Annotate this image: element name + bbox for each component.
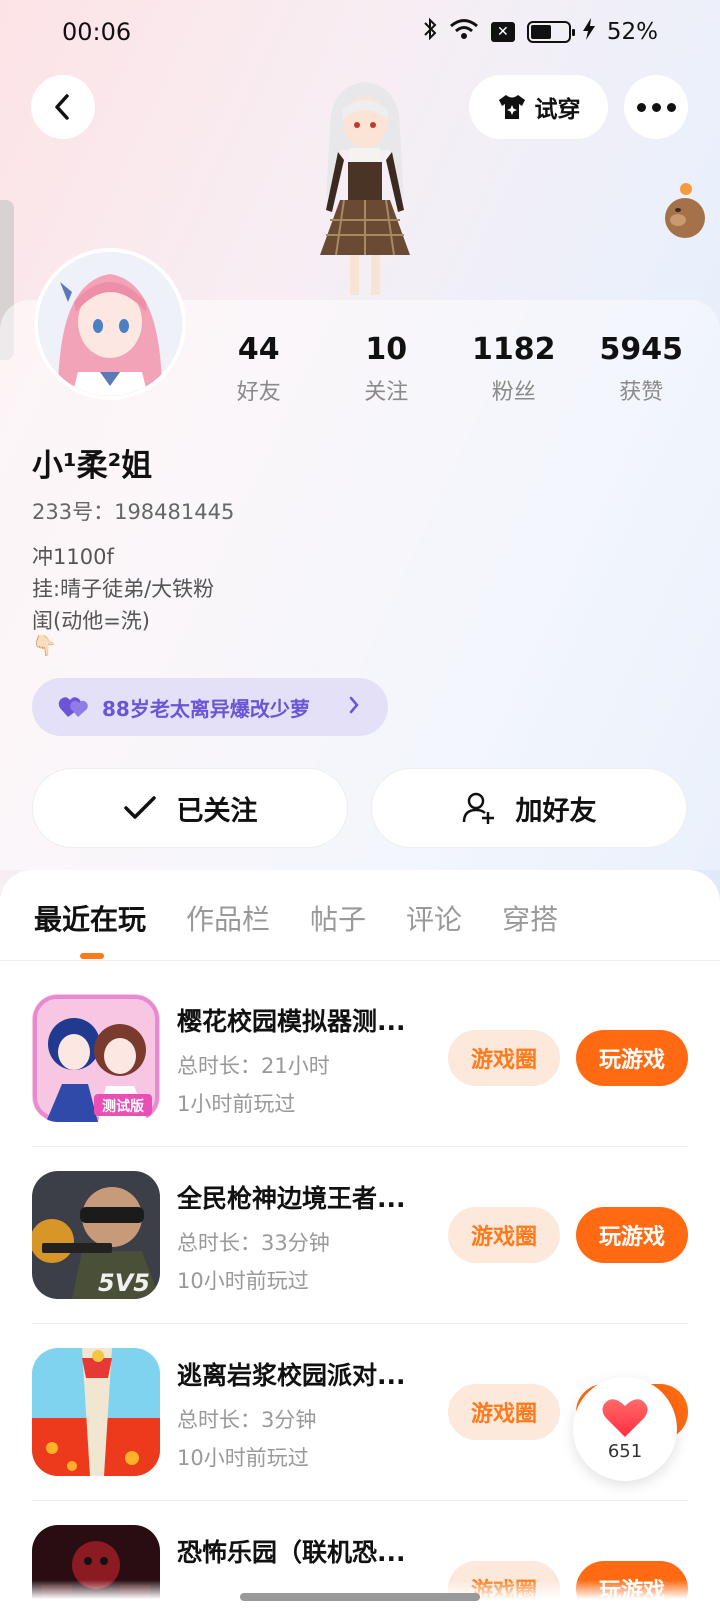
heart-icon: [58, 697, 88, 717]
profile-tag-pill[interactable]: 88岁老太离异爆改少萝: [32, 678, 388, 736]
stat-value: 5945: [599, 332, 684, 367]
followed-label: 已关注: [176, 795, 258, 827]
bio: 冲1100f 挂:晴子徒弟/大铁粉 闺(动他=洗): [32, 541, 214, 637]
game-icon-badge: 测试版: [102, 1098, 144, 1115]
add-user-icon: [462, 792, 494, 824]
battery-percent: 52%: [606, 19, 658, 45]
lava-escape-game-icon[interactable]: [32, 1348, 160, 1476]
tab-posts[interactable]: 帖子: [310, 898, 366, 938]
game-circle-button[interactable]: 游戏圈: [448, 1384, 560, 1440]
stat-label: 关注: [364, 380, 409, 405]
game-circle-button[interactable]: 游戏圈: [448, 1207, 560, 1263]
status-bar: 00:06 ✕ 52%: [0, 0, 720, 64]
checkmark-icon: [123, 796, 156, 819]
tab-outfits[interactable]: 穿搭: [502, 898, 558, 938]
play-game-button[interactable]: 玩游戏: [576, 1207, 688, 1263]
row-divider: [32, 1500, 688, 1501]
stat-label: 获赞: [619, 380, 664, 405]
game-icon-badge: 5V5: [98, 1269, 150, 1297]
game-list-item[interactable]: 测试版 樱花校园模拟器测... 总时长：21小时 1小时前玩过 游戏圈 玩游戏: [0, 994, 720, 1171]
username: 小¹柔²姐: [32, 448, 153, 484]
row-divider: [32, 1146, 688, 1147]
chevron-right-icon: [348, 695, 360, 719]
stat-value: 44: [237, 332, 280, 367]
sakura-school-game-icon[interactable]: 测试版: [32, 994, 160, 1122]
tabs-divider: [0, 960, 720, 961]
stat-value: 10: [365, 332, 408, 367]
status-time: 00:06: [62, 18, 132, 46]
game-last-played: 10小时前玩过: [177, 1446, 309, 1470]
more-options-button[interactable]: [624, 75, 688, 139]
stat-value: 1182: [472, 332, 556, 367]
game-duration: 总时长：3分钟: [177, 1408, 317, 1432]
wifi-icon: [449, 18, 479, 46]
like-count: 651: [607, 1440, 643, 1462]
more-dots-icon: [636, 102, 676, 112]
dressup-avatar-figure[interactable]: [300, 70, 430, 300]
capybara-mascot-icon[interactable]: [662, 180, 708, 240]
tab-recently-played[interactable]: 最近在玩: [34, 898, 146, 938]
row-divider: [32, 1323, 688, 1324]
stat-following[interactable]: 10 关注: [323, 332, 451, 406]
stat-likes-received[interactable]: 5945 获赞: [578, 332, 706, 406]
game-list-item[interactable]: 5V5 全民枪神边境王者... 总时长：33分钟 10小时前玩过 游戏圈 玩游戏: [0, 1171, 720, 1348]
add-friend-label: 加好友: [515, 795, 597, 827]
try-on-label: 试穿: [534, 97, 581, 123]
back-button[interactable]: [31, 75, 95, 139]
game-title: 恐怖乐园（联机恐...: [177, 1538, 406, 1567]
stat-label: 粉丝: [491, 380, 536, 405]
chevron-left-icon: [55, 94, 69, 120]
bio-emoji: 👇🏻: [32, 633, 57, 657]
user-avatar[interactable]: [34, 248, 186, 400]
active-tab-indicator: [80, 953, 104, 959]
game-title: 全民枪神边境王者...: [177, 1184, 406, 1213]
followed-button[interactable]: 已关注: [32, 768, 348, 848]
tab-comments[interactable]: 评论: [406, 898, 462, 938]
game-last-played: 10小时前玩过: [177, 1269, 309, 1293]
game-duration: 总时长：33分钟: [177, 1231, 330, 1255]
user-id[interactable]: 233号：198481445: [32, 496, 234, 526]
like-profile-button[interactable]: 651: [573, 1377, 677, 1481]
bluetooth-icon: [423, 17, 437, 47]
tag-label: 88岁老太离异爆改少萝: [102, 696, 310, 721]
tshirt-icon: [498, 95, 525, 119]
profile-stats: 44 好友 10 关注 1182 粉丝 5945 获赞: [195, 332, 705, 406]
home-indicator[interactable]: [240, 1593, 480, 1601]
game-circle-button[interactable]: 游戏圈: [448, 1030, 560, 1086]
stat-fans[interactable]: 1182 粉丝: [450, 332, 578, 406]
no-sim-icon: ✕: [490, 22, 515, 42]
profile-tabs: 最近在玩 作品栏 帖子 评论 穿搭: [34, 898, 558, 938]
game-duration: 总时长：21小时: [177, 1054, 330, 1078]
play-game-button[interactable]: 玩游戏: [576, 1030, 688, 1086]
gun-shooter-game-icon[interactable]: 5V5: [32, 1171, 160, 1299]
bio-line: 挂:晴子徒弟/大铁粉: [32, 577, 215, 601]
charging-icon: [582, 18, 595, 46]
add-friend-button[interactable]: 加好友: [371, 768, 687, 848]
game-title: 逃离岩浆校园派对...: [177, 1361, 406, 1390]
bio-line: 闺(动他=洗): [32, 609, 150, 633]
stat-friends[interactable]: 44 好友: [195, 332, 323, 406]
tab-works[interactable]: 作品栏: [186, 898, 270, 938]
stat-label: 好友: [236, 380, 281, 405]
battery-icon: [526, 21, 575, 43]
game-last-played: 1小时前玩过: [177, 1092, 296, 1116]
status-icons: ✕ 52%: [423, 17, 658, 47]
bio-line: 冲1100f: [32, 545, 114, 569]
heart-icon: [602, 1398, 648, 1437]
try-on-button[interactable]: 试穿: [469, 75, 608, 139]
game-title: 樱花校园模拟器测...: [177, 1007, 406, 1036]
